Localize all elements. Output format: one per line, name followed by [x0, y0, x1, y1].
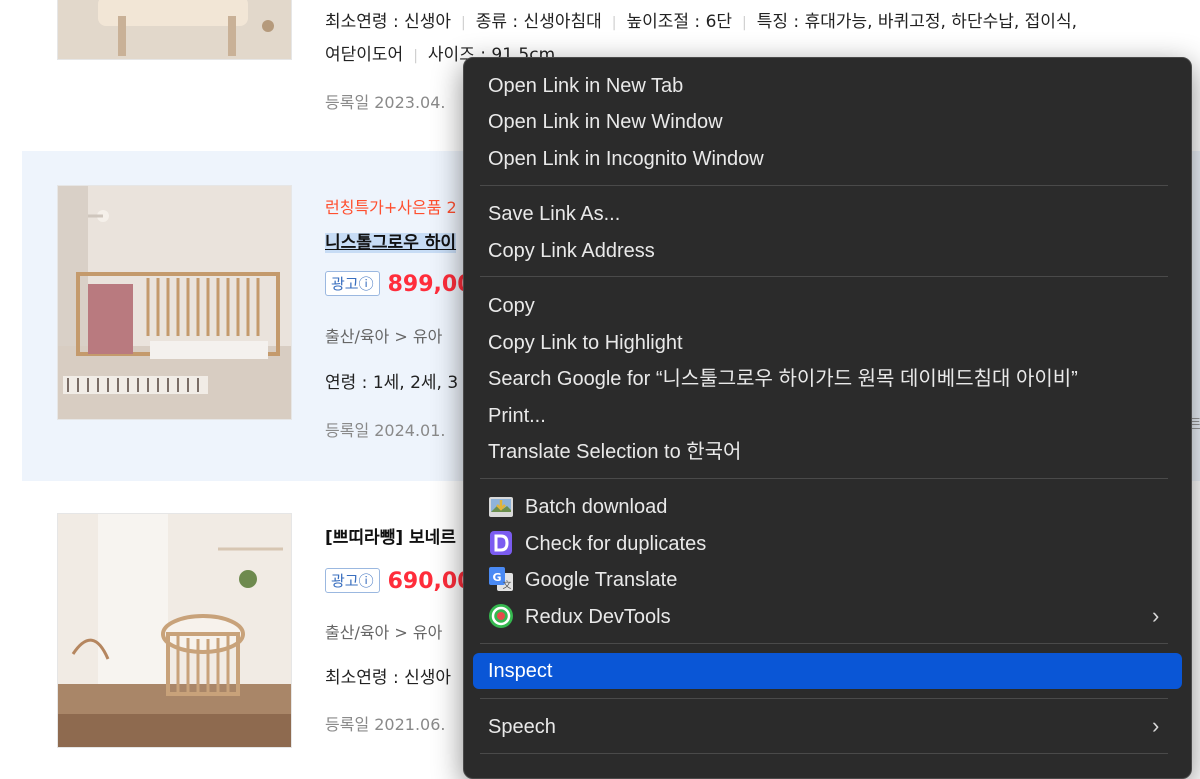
chevron-right-icon: › [1152, 603, 1160, 628]
menu-copy-link-highlight[interactable]: Copy Link to Highlight [488, 328, 683, 358]
menu-open-incognito[interactable]: Open Link in Incognito Window [488, 144, 764, 174]
product-thumbnail[interactable] [57, 185, 292, 420]
spec-features: 특징 : 휴대가능, 바퀴고정, 하단수납, 접이식, [756, 12, 1077, 32]
menu-copy-link-address[interactable]: Copy Link Address [488, 236, 655, 266]
redux-devtools-icon [488, 603, 514, 629]
spec-min-age: 최소연령 : 신생아 [325, 668, 452, 688]
ad-badge[interactable]: 광고ⓘ [325, 568, 380, 593]
menu-search-google[interactable]: Search Google for “니스툴그로우 하이가드 원목 데이베드침대… [488, 364, 1078, 394]
svg-text:文: 文 [502, 579, 511, 591]
menu-separator [480, 698, 1168, 699]
spec-min-age: 최소연령 : 신생아 [325, 12, 452, 32]
google-translate-icon: G 文 [488, 566, 514, 592]
menu-inspect[interactable]: Inspect [488, 656, 552, 686]
product-price: 899,00 [387, 272, 473, 297]
menu-separator [480, 185, 1168, 186]
menu-save-link-as[interactable]: Save Link As... [488, 199, 620, 229]
promo-text: 런칭특가+사은품 2 [325, 198, 457, 217]
product-title-link[interactable]: 니스톨그로우 하이 [325, 233, 457, 253]
menu-speech[interactable]: Speech [488, 712, 556, 742]
batch-download-icon [488, 494, 514, 520]
menu-redux-devtools[interactable]: Redux DevTools [525, 602, 671, 632]
product-thumbnail[interactable] [57, 513, 292, 748]
registered-date: 등록일 2023.04. [325, 93, 446, 112]
menu-separator [480, 643, 1168, 644]
menu-check-duplicates[interactable]: Check for duplicates [525, 529, 706, 559]
spec-age: 연령 : 1세, 2세, 3 [325, 373, 459, 393]
duplicates-d-icon [488, 530, 514, 556]
product-thumbnail[interactable] [57, 0, 292, 60]
menu-batch-download[interactable]: Batch download [525, 492, 667, 522]
menu-copy[interactable]: Copy [488, 291, 535, 321]
menu-open-new-window[interactable]: Open Link in New Window [488, 107, 723, 137]
ad-badge[interactable]: 광고ⓘ [325, 271, 380, 296]
svg-text:G: G [492, 571, 501, 584]
spec-height: 높이조절 : 6단 [626, 12, 733, 32]
product-price: 690,00 [387, 569, 473, 594]
menu-separator [480, 753, 1168, 754]
menu-separator [480, 276, 1168, 277]
product-title-link[interactable]: [쁘띠라뺑] 보네르 [325, 528, 456, 548]
chevron-right-icon: › [1152, 713, 1160, 738]
category-breadcrumb[interactable]: 출산/육아 > 유아 [325, 323, 442, 347]
menu-open-new-tab[interactable]: Open Link in New Tab [488, 71, 683, 101]
spec-door: 여닫이도어 [325, 45, 404, 65]
menu-translate-selection[interactable]: Translate Selection to 한국어 [488, 437, 741, 467]
menu-active-highlight [473, 653, 1182, 689]
registered-date: 등록일 2024.01. [325, 421, 446, 440]
spec-type: 종류 : 신생아침대 [475, 12, 602, 32]
category-breadcrumb[interactable]: 출산/육아 > 유아 [325, 619, 442, 643]
menu-print[interactable]: Print... [488, 401, 546, 431]
context-menu: Open Link in New Tab Open Link in New Wi… [463, 57, 1192, 779]
menu-separator [480, 478, 1168, 479]
registered-date: 등록일 2021.06. [325, 715, 446, 734]
menu-google-translate[interactable]: Google Translate [525, 565, 677, 595]
